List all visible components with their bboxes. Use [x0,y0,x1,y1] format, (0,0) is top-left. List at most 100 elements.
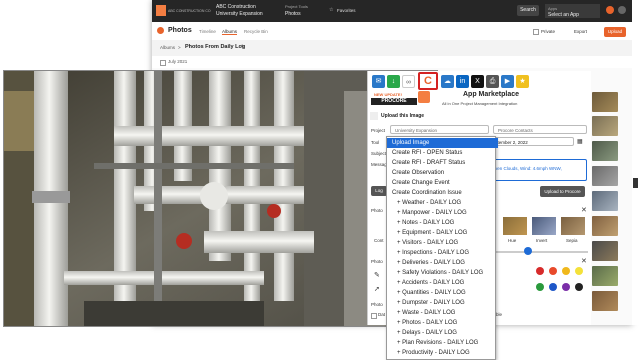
project-tools-select[interactable]: Photos [285,11,301,17]
project-select[interactable]: University Expansion [390,125,489,134]
menu-item-plan-revisions-log[interactable]: + Plan Revisions - DAILY LOG [387,338,503,348]
app-selector[interactable]: Apps Select an App [545,4,600,18]
filter-sepia-thumb[interactable] [561,217,585,235]
menu-item-notes-log[interactable]: + Notes - DAILY LOG [387,218,503,228]
color-swatch-purple[interactable] [562,283,570,291]
color-swatch-yellow[interactable] [562,267,570,275]
arrow-tool-icon[interactable]: ➚ [374,285,380,293]
linkedin-icon[interactable]: in [456,75,469,88]
tool-dropdown-menu[interactable]: Upload Image Create RFI - OPEN Status Cr… [386,136,498,360]
menu-item-productivity-log[interactable]: + Productivity - DAILY LOG [387,348,503,358]
menu-item-create-rfi-open[interactable]: Create RFI - OPEN Status [387,148,498,158]
tab-timeline[interactable]: Timeline [199,29,216,34]
menu-item-quantities-log[interactable]: + Quantities - DAILY LOG [387,288,503,298]
project-name-line1[interactable]: ABC Construction [216,4,256,10]
edit-pencil-icon[interactable]: ✎ [241,44,245,50]
x-twitter-icon[interactable]: X [471,75,484,88]
upload-to-procore-button[interactable]: Upload to Procore [540,186,585,197]
photo-thumbnail[interactable] [592,92,618,112]
tab-albums[interactable]: Albums [222,29,238,35]
menu-item-deliveries-log[interactable]: + Deliveries - DAILY LOG [387,258,503,268]
color-swatch-black[interactable] [575,283,583,291]
filter-slider-track[interactable] [496,251,588,253]
menu-item-create-observation[interactable]: Create Observation [387,168,498,178]
menu-item-inspections-log[interactable]: + Inspections - DAILY LOG [387,248,503,258]
photo-thumbnail[interactable] [592,141,618,161]
star-icon[interactable]: ★ [516,75,529,88]
color-swatch-blue[interactable] [549,283,557,291]
filter-slider-handle[interactable] [524,247,532,255]
private-label: Private [541,29,556,34]
project-name-line2[interactable]: University Expansion [216,11,263,17]
calendar-icon[interactable]: ▦ [577,138,583,145]
menu-item-safety-violations-log[interactable]: + Safety Violations - DAILY LOG [387,268,503,278]
menu-item-accidents-log[interactable]: + Accidents - DAILY LOG [387,278,503,288]
scroll-handle[interactable] [633,178,638,188]
menu-item-dumpster-log[interactable]: + Dumpster - DAILY LOG [387,298,503,308]
pencil-tool-icon[interactable]: ✎ [374,271,380,279]
menu-item-weather-log[interactable]: + Weather - DAILY LOG [387,198,503,208]
upload-button[interactable]: Upload [604,27,626,37]
filter-invert-thumb[interactable] [532,217,556,235]
favorites-link[interactable]: Favorites [337,8,356,14]
menu-item-create-coordination-issue[interactable]: Create Coordination Issue [387,188,498,198]
cloud-icon[interactable]: ☁ [441,75,454,88]
photo-thumbnail[interactable] [592,241,618,261]
upload-heading: Upload this Image [381,113,425,119]
close-filters-icon[interactable]: ✕ [581,206,587,214]
date-group-label: July 2021 [168,59,188,64]
photo-filters-heading: Photo [371,208,383,213]
color-swatch-red[interactable] [536,267,544,275]
project-tools-label: Project Tools [285,4,308,9]
menu-item-waste-log[interactable]: + Waste - DAILY LOG [387,308,503,318]
page-header: Photos Timeline Albums Recycle Bin Priva… [152,22,632,41]
filter-hue-thumb[interactable] [503,217,527,235]
menu-item-visitors-log[interactable]: + Visitors - DAILY LOG [387,238,503,248]
company-name: ABC CONSTRUCTION CO [168,9,211,13]
export-dropdown[interactable]: Export [574,29,587,34]
date-stamp-checkbox[interactable] [371,313,377,319]
photo-thumbnail[interactable] [592,166,618,186]
filter-hue-label: Hue [508,238,517,243]
message-textarea[interactable]: iven Clouds, Wind: 4.6mph WNW, [490,159,587,181]
new-update-label: NEW UPDATE! [374,92,402,97]
favorites-star-icon[interactable]: ☆ [329,7,333,13]
log-button[interactable]: Log [371,186,387,196]
photo-thumbnail[interactable] [592,266,618,286]
photo-thumbnail[interactable] [592,291,618,311]
procore-contacts-select[interactable]: Procore Contacts [493,125,587,134]
private-checkbox[interactable] [533,29,539,35]
page-scroll-edge [632,0,640,325]
user-avatar[interactable] [618,6,626,14]
date-field[interactable]: ptember 2, 2022 [490,137,574,146]
top-navigation-bar: ABC CONSTRUCTION CO ABC Construction Uni… [152,0,632,22]
print-icon[interactable]: ⎙ [486,75,499,88]
link-icon[interactable]: ∞ [402,75,415,88]
menu-item-photos-log[interactable]: + Photos - DAILY LOG [387,318,503,328]
color-swatch-light-yellow[interactable] [575,267,583,275]
download-icon[interactable]: ↓ [387,75,400,88]
email-icon[interactable]: ✉ [372,75,385,88]
video-icon[interactable]: ▶ [501,75,514,88]
procore-logo-icon[interactable]: C [418,72,438,90]
photo-options-heading: Photo [371,302,383,307]
menu-item-manpower-log[interactable]: + Manpower - DAILY LOG [387,208,503,218]
date-select-checkbox[interactable] [160,60,166,66]
color-swatch-orange[interactable] [549,267,557,275]
menu-item-create-rfi-draft[interactable]: Create RFI - DRAFT Status [387,158,498,168]
notification-icon[interactable] [606,6,614,14]
search-button[interactable]: Search [517,5,539,16]
menu-item-equipment-log[interactable]: + Equipment - DAILY LOG [387,228,503,238]
menu-item-upload-image[interactable]: Upload Image [387,138,498,148]
photo-thumbnail[interactable] [592,216,618,236]
date-field-value: ptember 2, 2022 [495,140,528,145]
photo-thumbnail[interactable] [592,191,618,211]
menu-item-delays-log[interactable]: + Delays - DAILY LOG [387,328,503,338]
photo-thumbnail[interactable] [592,116,618,136]
tab-recycle-bin[interactable]: Recycle Bin [244,29,268,34]
breadcrumb-albums-link[interactable]: Albums [160,45,175,50]
date-group-header: July 2021 [152,56,632,68]
menu-item-create-change-event[interactable]: Create Change Event [387,178,498,188]
close-draw-icon[interactable]: ✕ [581,257,587,265]
color-swatch-green[interactable] [536,283,544,291]
